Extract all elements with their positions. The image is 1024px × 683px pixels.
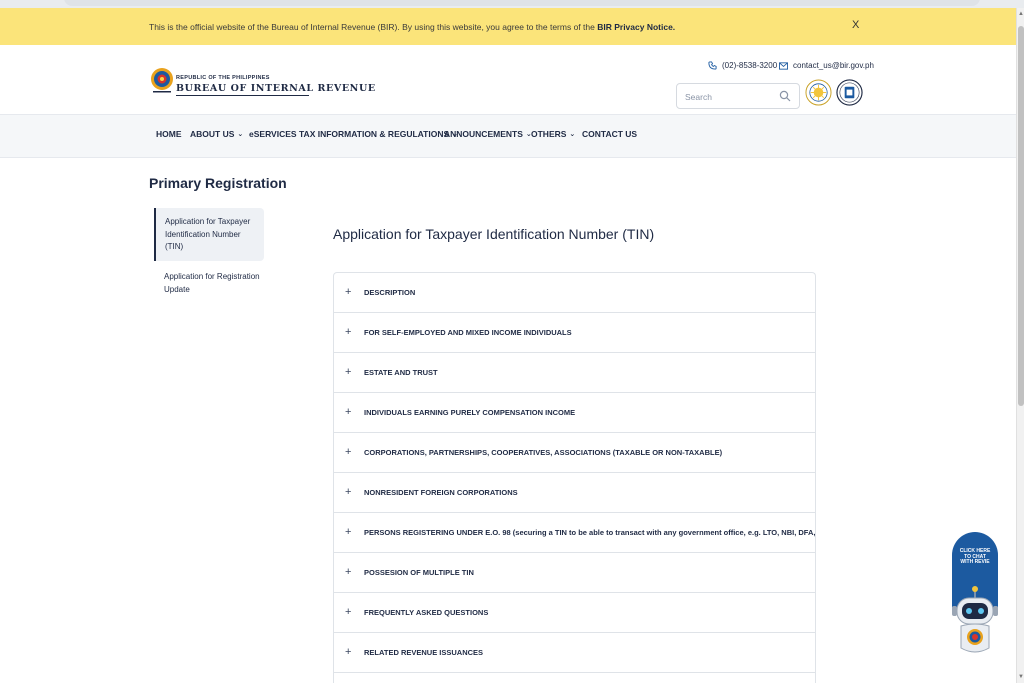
accordion-item-estate-trust[interactable]: + ESTATE AND TRUST [334,353,815,393]
plus-icon: + [345,286,352,298]
notice-text: This is the official website of the Bure… [149,22,676,32]
scrollbar-thumb[interactable] [1018,26,1024,406]
plus-icon: + [345,486,352,498]
nav-others[interactable]: OTHERS ⌄ [531,129,575,139]
mail-icon [779,61,788,70]
nav-eservices[interactable]: eSERVICES [249,129,297,139]
nav-about-us[interactable]: ABOUT US ⌄ [190,129,243,139]
accordion-label: POSSESION OF MULTIPLE TIN [364,568,474,577]
notice-close-button[interactable]: X [852,19,859,31]
accordion-label: INDIVIDUALS EARNING PURELY COMPENSATION … [364,408,576,417]
chatbot-launcher[interactable]: CLICK HERE TO CHAT WITH REVIE [949,532,1001,658]
chevron-down-icon: ⌄ [569,131,576,138]
page-scrollbar[interactable]: ▲ ▼ [1016,8,1024,683]
accordion-item-multiple-tin[interactable]: + POSSESION OF MULTIPLE TIN [334,553,815,593]
accordion-label: NONRESIDENT FOREIGN CORPORATIONS [364,488,518,497]
plus-icon: + [345,406,352,418]
chatbot-label: CLICK HERE TO CHAT WITH REVIE [959,548,991,565]
republic-label: REPUBLIC OF THE PHILIPPINES [176,75,270,81]
accordion-item-eo98[interactable]: + PERSONS REGISTERING UNDER E.O. 98 (secu… [334,513,815,553]
bir-logo[interactable] [150,67,174,95]
scroll-down-icon[interactable]: ▼ [1018,673,1024,681]
accordion-label: DESCRIPTION [364,288,416,297]
plus-icon: + [345,366,352,378]
privacy-notice-link[interactable]: BIR Privacy Notice. [597,22,675,32]
privacy-notice-bar: This is the official website of the Bure… [0,8,1016,45]
page: This is the official website of the Bure… [0,8,1016,683]
nav-home[interactable]: HOME [156,129,182,139]
logo-divider [176,95,309,96]
plus-icon: + [345,566,352,578]
plus-icon: + [345,606,352,618]
accordion-item-nonresident-foreign[interactable]: + NONRESIDENT FOREIGN CORPORATIONS [334,473,815,513]
phone-icon [708,61,717,70]
browser-chrome [0,0,1024,8]
accordion-item-self-employed[interactable]: + FOR SELF-EMPLOYED AND MIXED INCOME INDI… [334,313,815,353]
page-title: Primary Registration [149,175,287,191]
sidebar-item-tin-application[interactable]: Application for Taxpayer Identification … [154,208,264,261]
bir-seal-icon [836,79,863,106]
nav-tax-information[interactable]: TAX INFORMATION & REGULATIONS ⌄ [299,129,458,139]
accordion-item-description[interactable]: + DESCRIPTION [334,273,815,313]
plus-icon: + [345,326,352,338]
search-placeholder: Search [685,92,712,102]
bureau-label[interactable]: BUREAU OF INTERNAL REVENUE [176,83,376,94]
plus-icon: + [345,646,352,658]
search-input[interactable]: Search [676,83,800,109]
contact-email[interactable]: contact_us@bir.gov.ph [779,61,874,70]
accordion-item-compensation-income[interactable]: + INDIVIDUALS EARNING PURELY COMPENSATION… [334,393,815,433]
nav-announcements[interactable]: ANNOUNCEMENTS ⌄ [444,129,532,139]
site-header: REPUBLIC OF THE PHILIPPINES BUREAU OF IN… [0,45,1016,114]
bagong-pilipinas-seal-icon [805,79,832,106]
main-nav: HOME ABOUT US ⌄ eSERVICES TAX INFORMATION… [0,114,1016,158]
section-title: Application for Taxpayer Identification … [333,226,655,242]
contact-phone[interactable]: (02)-8538-3200 [708,61,777,70]
accordion-item-corporations[interactable]: + CORPORATIONS, PARTNERSHIPS, COOPERATIVE… [334,433,815,473]
accordion-item-faq[interactable]: + FREQUENTLY ASKED QUESTIONS [334,593,815,633]
chevron-down-icon: ⌄ [237,131,244,138]
plus-icon: + [345,446,352,458]
address-bar[interactable] [64,0,980,6]
accordion-item-revenue-issuances[interactable]: + RELATED REVENUE ISSUANCES [334,633,815,673]
chatbot-robot-icon [952,586,998,653]
phone-number: (02)-8538-3200 [722,61,778,70]
scroll-up-icon[interactable]: ▲ [1018,10,1024,18]
accordion-label: ESTATE AND TRUST [364,368,438,377]
search-icon[interactable] [779,90,791,102]
accordion-label: RELATED REVENUE ISSUANCES [364,648,484,657]
accordion: + DESCRIPTION + FOR SELF-EMPLOYED AND MIXE… [333,272,816,683]
plus-icon: + [345,526,352,538]
accordion-label: CORPORATIONS, PARTNERSHIPS, COOPERATIVES… [364,448,723,457]
accordion-label: FOR SELF-EMPLOYED AND MIXED INCOME INDIV… [364,328,572,337]
sidebar-item-label: Application for Taxpayer Identification … [165,217,251,251]
email-address: contact_us@bir.gov.ph [793,61,874,70]
accordion-label: FREQUENTLY ASKED QUESTIONS [364,608,489,617]
nav-contact-us[interactable]: CONTACT US [582,129,637,139]
accordion-label: PERSONS REGISTERING UNDER E.O. 98 (secur… [364,528,816,537]
sidebar-item-registration-update[interactable]: Application for Registration Update [164,271,264,296]
